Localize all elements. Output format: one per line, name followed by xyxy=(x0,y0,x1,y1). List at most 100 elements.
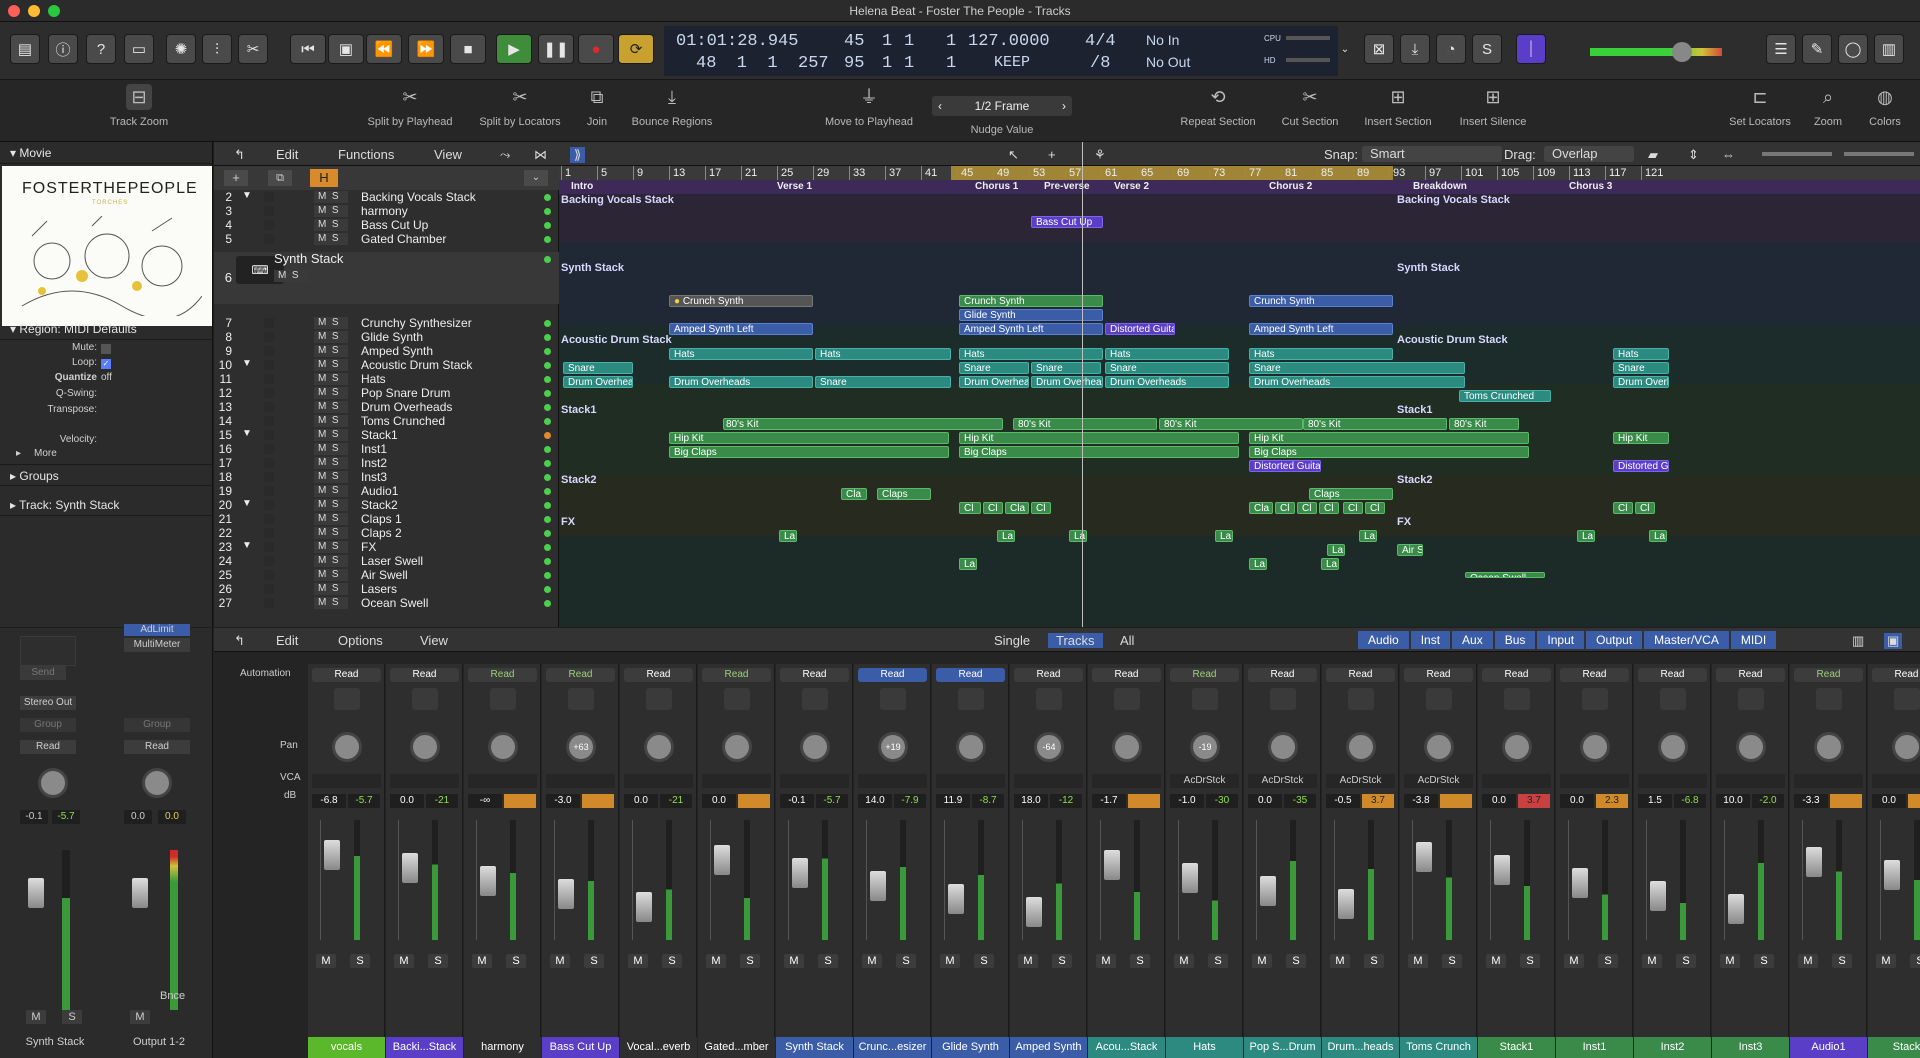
set-locators-button[interactable]: ⊏ Set Locators xyxy=(1718,84,1802,128)
track-row[interactable]: 6 ⌨ M S Synth Stack xyxy=(214,252,559,304)
volume-value[interactable]: 0.0 xyxy=(702,794,736,808)
strip-mute-button[interactable]: M xyxy=(1096,954,1116,968)
volume-value[interactable]: -1.0 xyxy=(1170,794,1204,808)
track-name[interactable]: FX xyxy=(361,540,551,554)
track-mute-button[interactable]: M xyxy=(318,513,326,524)
cpu-meter[interactable]: CPU HD xyxy=(1262,26,1338,76)
track-solo-button[interactable]: S xyxy=(332,527,339,538)
region-la-7[interactable]: La xyxy=(1649,530,1667,542)
vca-slot[interactable] xyxy=(936,774,1005,788)
nudge-left-icon[interactable]: ‹ xyxy=(932,96,942,116)
strip-name[interactable]: Crunc...esizer xyxy=(854,1037,931,1058)
strip-mute-button[interactable]: M xyxy=(1564,954,1584,968)
region-hats-6[interactable]: Hats xyxy=(1613,348,1669,360)
strip-name[interactable]: Inst1 xyxy=(1556,1037,1633,1058)
track-name[interactable]: Pop Snare Drum xyxy=(361,386,551,400)
region-snare-2[interactable]: Snare xyxy=(959,362,1029,374)
region-la-11[interactable]: La xyxy=(1321,558,1339,570)
region-cl-2[interactable]: Cl xyxy=(983,502,1003,514)
mute-solo-buttons[interactable]: M S xyxy=(314,443,348,455)
pan-knob[interactable] xyxy=(410,732,440,762)
mute-solo-buttons[interactable]: M S xyxy=(314,345,348,357)
loop-checkbox[interactable]: ✓ xyxy=(101,359,111,369)
strip-mute-button[interactable]: M xyxy=(1798,954,1818,968)
fader-left-2[interactable] xyxy=(132,878,148,908)
track-mute-button[interactable]: M xyxy=(318,373,326,384)
lcd-division[interactable]: /8 xyxy=(1090,54,1110,73)
waveform-zoom-icon[interactable]: ▰ xyxy=(1648,147,1658,163)
mute-solo-buttons[interactable]: M S xyxy=(314,555,348,567)
vca-slot[interactable]: AcDrStck xyxy=(1404,774,1473,788)
volume-value[interactable]: 0.0 xyxy=(624,794,658,808)
track-row[interactable]: 16 M S Inst1 xyxy=(214,442,559,456)
region-la-3[interactable]: La xyxy=(1069,530,1087,542)
track-solo-button[interactable]: S xyxy=(332,457,339,468)
rewind-button[interactable]: ⏪ xyxy=(366,34,402,64)
move-playhead-button[interactable]: ⏚ Move to Playhead xyxy=(816,84,922,128)
metronome-button[interactable]: ◔ xyxy=(1436,34,1466,64)
region-distorted-2[interactable]: Distorted Guita xyxy=(1249,460,1321,472)
play-from-selection-button[interactable]: ▣ xyxy=(328,34,364,64)
pan-knob[interactable]: +19 xyxy=(878,732,908,762)
lcd-bars[interactable]: 48 1 1 257 xyxy=(696,54,829,73)
pan-knob[interactable] xyxy=(722,732,752,762)
volume-value[interactable]: 0.0 xyxy=(390,794,424,808)
automation-mode-select[interactable]: Read xyxy=(1248,668,1317,682)
pan-knob[interactable] xyxy=(1346,732,1376,762)
solo-left-1[interactable]: S xyxy=(62,1010,82,1024)
pan-knob[interactable] xyxy=(1580,732,1610,762)
add-track-button[interactable]: + xyxy=(224,170,248,186)
region-overheads-5[interactable]: Drum Overheads xyxy=(1105,376,1229,388)
vca-slot[interactable] xyxy=(1794,774,1863,788)
region-hats-2[interactable]: Hats xyxy=(815,348,951,360)
strip-solo-button[interactable]: S xyxy=(1364,954,1384,968)
hide-track-button[interactable]: H xyxy=(310,169,338,187)
mixer-filter-bus[interactable]: Bus xyxy=(1494,631,1536,649)
track-name[interactable]: Crunchy Synthesizer xyxy=(361,316,551,330)
pan-knob[interactable] xyxy=(1502,732,1532,762)
region-snare-6[interactable]: Snare xyxy=(1613,362,1669,374)
pan-knob[interactable] xyxy=(1814,732,1844,762)
strip-solo-button[interactable]: S xyxy=(1130,954,1150,968)
volume-fader[interactable] xyxy=(480,866,496,896)
track-solo-button[interactable]: S xyxy=(332,345,339,356)
record-button[interactable]: ● xyxy=(578,34,614,64)
pan-knob[interactable] xyxy=(1658,732,1688,762)
volume-value[interactable]: 0.0 xyxy=(1482,794,1516,808)
vca-slot[interactable] xyxy=(390,774,459,788)
strip-solo-button[interactable]: S xyxy=(896,954,916,968)
mixer-filter-input[interactable]: Input xyxy=(1537,631,1585,649)
volume-value[interactable]: -0.5 xyxy=(1326,794,1360,808)
mute-solo-buttons[interactable]: M S xyxy=(314,317,348,329)
strip-solo-button[interactable]: S xyxy=(1520,954,1540,968)
track-name[interactable]: Synth Stack xyxy=(274,252,464,266)
pan-knob[interactable]: +63 xyxy=(566,732,596,762)
track-name[interactable]: harmony xyxy=(361,204,551,218)
quantize-value[interactable]: off xyxy=(101,372,112,383)
strip-name[interactable]: Drum...heads xyxy=(1322,1037,1399,1058)
strip-name[interactable]: harmony xyxy=(464,1037,541,1058)
vca-slot[interactable] xyxy=(780,774,849,788)
vca-slot[interactable] xyxy=(312,774,381,788)
mute-solo-buttons[interactable]: M S xyxy=(314,219,348,231)
mixer-filter-master-vca[interactable]: Master/VCA xyxy=(1644,631,1729,649)
track-row[interactable]: 23 ▼ M S FX xyxy=(214,540,559,554)
editors-button[interactable]: ✂ xyxy=(238,34,268,64)
track-row[interactable]: 12 M S Pop Snare Drum xyxy=(214,386,559,400)
region-claps-2[interactable]: Claps xyxy=(1309,488,1393,500)
automation-icon[interactable]: ⤳ xyxy=(500,147,510,163)
region-cla-3[interactable]: Cla xyxy=(1249,502,1273,514)
minimize-window-button[interactable] xyxy=(28,5,40,17)
volume-fader[interactable] xyxy=(1650,881,1666,911)
volume-value[interactable]: -3.3 xyxy=(1794,794,1828,808)
volume-fader[interactable] xyxy=(1104,850,1120,880)
region-claps-big-2[interactable]: Big Claps xyxy=(959,446,1239,458)
track-name[interactable]: Gated Chamber xyxy=(361,232,551,246)
track-mute-button[interactable]: M xyxy=(318,527,326,538)
mute-solo-buttons[interactable]: M S xyxy=(314,387,348,399)
catch-icon[interactable]: ⟫ xyxy=(570,147,586,163)
track-row[interactable]: 9 M S Amped Synth xyxy=(214,344,559,358)
strip-solo-button[interactable]: S xyxy=(1052,954,1072,968)
vca-slot[interactable] xyxy=(1482,774,1551,788)
volume-value[interactable]: -∞ xyxy=(468,794,502,808)
